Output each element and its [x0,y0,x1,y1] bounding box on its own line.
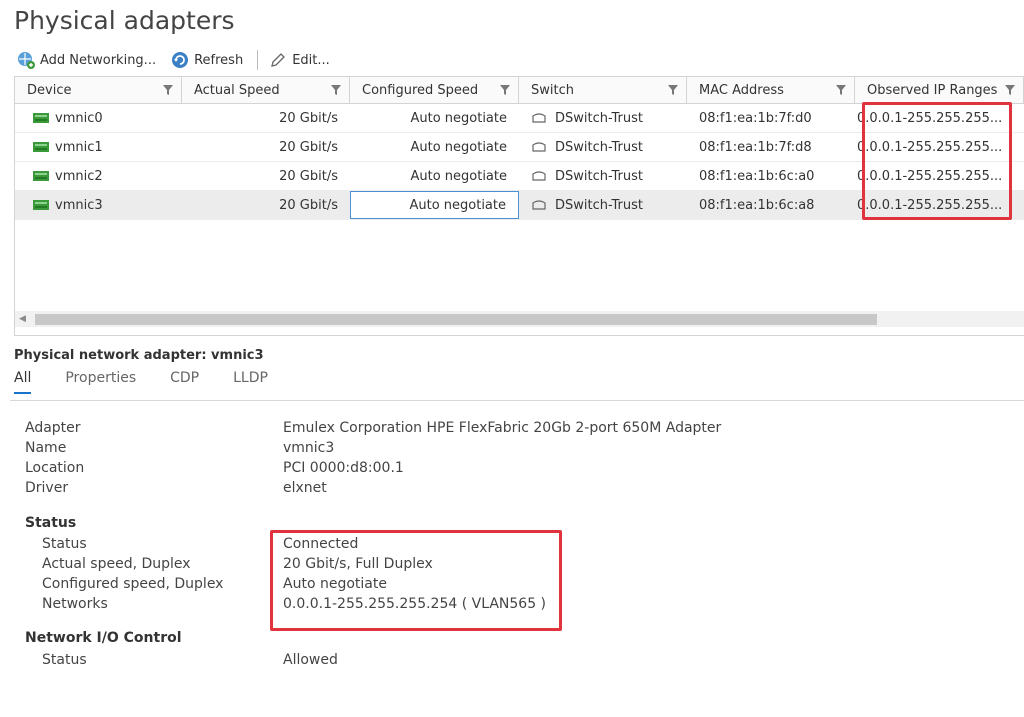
cell-actual-speed: 20 Gbit/s [279,139,338,155]
cell-configured-speed: Auto negotiate [410,139,507,155]
cell-mac-address: 08:f1:ea:1b:6c:a8 [699,197,815,213]
add-networking-label: Add Networking... [40,52,157,68]
refresh-label: Refresh [194,52,244,68]
toolbar-divider [257,50,259,70]
tab-all[interactable]: All [14,370,32,394]
distributed-switch-icon [532,142,546,152]
status-label: Status [42,536,87,552]
cell-actual-speed: 20 Gbit/s [279,197,338,213]
column-header-observed-ip-ranges[interactable]: Observed IP Ranges [855,77,1024,103]
cell-device: vmnic0 [15,104,182,132]
cell-switch: DSwitch-Trust [519,191,687,219]
tab-lldp[interactable]: LLDP [233,370,268,394]
page-title: Physical adapters [14,6,235,35]
configured-speed-label: Configured speed, Duplex [42,576,224,592]
name-label: Name [25,440,67,456]
filter-icon[interactable] [163,85,173,95]
toolbar: Add Networking... Refresh Edit... [16,48,330,72]
name-value: vmnic3 [283,440,335,456]
filter-icon[interactable] [836,85,846,95]
cell-actual-speed: 20 Gbit/s [279,168,338,184]
actual-speed-label: Actual speed, Duplex [42,556,191,572]
network-adapter-icon [33,142,49,152]
network-adapter-icon [33,171,49,181]
tab-divider [10,400,1024,401]
cell-device: vmnic3 [15,191,182,219]
cell-configured-speed[interactable]: Auto negotiate [350,191,519,219]
nioc-status-label: Status [42,652,87,668]
horizontal-scrollbar[interactable]: ◀ [15,311,1024,327]
tab-properties[interactable]: Properties [65,370,136,394]
network-io-control-heading: Network I/O Control [25,630,182,646]
cell-mac-address: 08:f1:ea:1b:7f:d8 [699,139,812,155]
scrollbar-thumb[interactable] [35,314,877,325]
edit-label: Edit... [292,52,330,68]
filter-icon[interactable] [500,85,510,95]
cell-configured-speed: Auto negotiate [410,168,507,184]
cell-device: vmnic2 [15,162,182,190]
column-header-configured-speed[interactable]: Configured Speed [350,77,519,103]
filter-icon[interactable] [668,85,678,95]
adapter-value: Emulex Corporation HPE FlexFabric 20Gb 2… [283,420,722,436]
distributed-switch-icon [532,200,546,210]
tab-cdp[interactable]: CDP [170,370,199,394]
distributed-switch-icon [532,113,546,123]
cell-switch: DSwitch-Trust [519,133,687,161]
network-adapter-icon [33,200,49,210]
column-header-switch[interactable]: Switch [519,77,687,103]
highlight-box-status [270,530,562,631]
refresh-icon [170,50,190,70]
pencil-icon [268,50,288,70]
filter-icon[interactable] [331,85,341,95]
networks-label: Networks [42,596,108,612]
status-section-heading: Status [25,515,77,531]
column-header-device[interactable]: Device [15,77,182,103]
column-header-actual-speed[interactable]: Actual Speed [182,77,350,103]
nioc-status-value: Allowed [283,652,338,668]
cell-switch: DSwitch-Trust [519,104,687,132]
cell-switch: DSwitch-Trust [519,162,687,190]
edit-button[interactable]: Edit... [268,50,330,70]
distributed-switch-icon [532,171,546,181]
refresh-button[interactable]: Refresh [170,50,243,70]
detail-title: Physical network adapter: vmnic3 [14,348,264,363]
grid-header: Device Actual Speed Configured Speed Swi… [15,77,1024,104]
filter-icon[interactable] [1005,85,1015,95]
network-adapter-icon [33,113,49,123]
adapter-label: Adapter [25,420,81,436]
add-networking-button[interactable]: Add Networking... [16,50,156,70]
column-header-mac-address[interactable]: MAC Address [687,77,855,103]
location-value: PCI 0000:d8:00.1 [283,460,404,476]
cell-mac-address: 08:f1:ea:1b:6c:a0 [699,168,815,184]
cell-device: vmnic1 [15,133,182,161]
driver-value: elxnet [283,480,327,496]
detail-tabs: All Properties CDP LLDP [14,370,302,394]
driver-label: Driver [25,480,69,496]
cell-configured-speed: Auto negotiate [410,110,507,126]
location-label: Location [25,460,85,476]
scroll-left-icon[interactable]: ◀ [19,314,26,324]
highlight-box-ip-ranges [862,102,1012,220]
add-networking-icon [16,50,36,70]
cell-mac-address: 08:f1:ea:1b:7f:d0 [699,110,812,126]
cell-actual-speed: 20 Gbit/s [279,110,338,126]
